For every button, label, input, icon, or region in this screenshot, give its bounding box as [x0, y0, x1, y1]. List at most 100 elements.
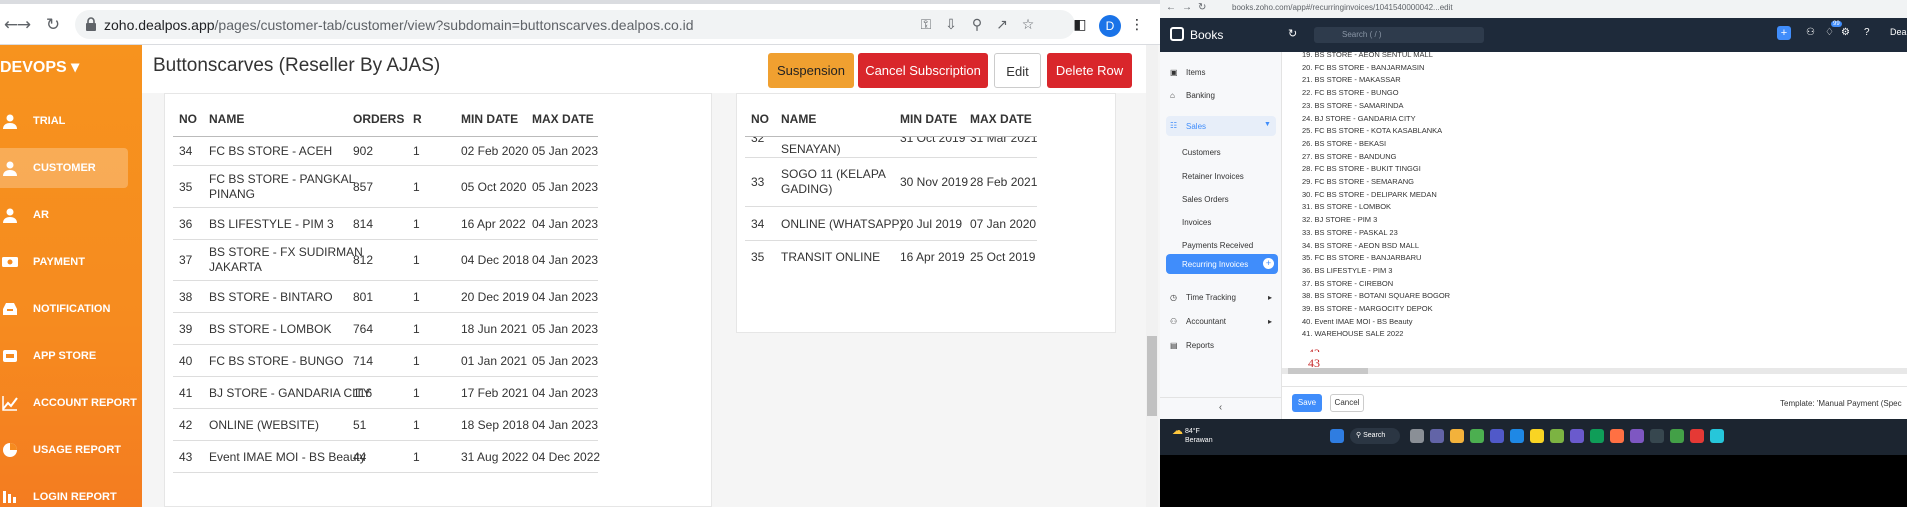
- app-icon[interactable]: [1550, 429, 1564, 443]
- sticky-notes-icon[interactable]: [1530, 429, 1544, 443]
- table-row[interactable]: 38 BS STORE - BINTARO 801 1 20 Dec 2019 04 Ja…: [165, 281, 713, 312]
- cell-name: Event IMAE MOI - BS Beauty: [209, 450, 366, 465]
- zoom-icon[interactable]: ⚲: [968, 16, 986, 34]
- sidebar-item-trial[interactable]: TRIAL: [0, 101, 142, 141]
- sidebar-item-usage-report[interactable]: USAGE REPORT: [0, 430, 142, 470]
- delete-row-button[interactable]: Delete Row: [1047, 53, 1132, 88]
- table-row[interactable]: 33 SOGO 11 (KELAPA GADING) 30 Nov 2019 28 Fe…: [737, 158, 1117, 206]
- table-row[interactable]: 34 ONLINE (WHATSAPP) 20 Jul 2019 07 Jan 202…: [737, 207, 1117, 240]
- search-input[interactable]: Search ( / ): [1314, 27, 1484, 43]
- cancel-button[interactable]: Cancel: [1330, 394, 1364, 412]
- key-icon[interactable]: ⚿: [917, 16, 935, 34]
- address-bar[interactable]: zoho.dealpos.app/pages/customer-tab/cust…: [75, 10, 1075, 39]
- forward-icon[interactable]: →: [13, 14, 35, 36]
- horizontal-scrollbar[interactable]: [1282, 368, 1907, 374]
- table-row[interactable]: 43 Event IMAE MOI - BS Beauty 44 1 31 Aug 20…: [165, 441, 713, 472]
- cell-orders: 814: [353, 216, 374, 231]
- reports-icon: ▤: [1170, 341, 1178, 350]
- gear-icon[interactable]: ⚙: [1841, 27, 1850, 38]
- sidebar-item-login-report[interactable]: LOGIN REPORT: [0, 477, 142, 507]
- table-row[interactable]: 36 BS LIFESTYLE - PIM 3 814 1 16 Apr 2022 04 …: [165, 208, 713, 239]
- suspension-button[interactable]: Suspension: [768, 53, 854, 88]
- edge-icon[interactable]: [1590, 429, 1604, 443]
- sidebar-item-ar[interactable]: AR: [0, 195, 142, 235]
- weather-widget[interactable]: ☁ 84°F Berawan: [1172, 426, 1213, 445]
- sidebar-item-payment[interactable]: PAYMENT: [0, 242, 142, 282]
- taskbar-search[interactable]: ⚲ Search: [1350, 428, 1400, 444]
- scrollbar-thumb[interactable]: [1147, 336, 1157, 416]
- desktop-background: [1160, 455, 1907, 507]
- notes-line: 29. FC BS STORE - SEMARANG: [1302, 177, 1414, 186]
- add-icon[interactable]: +: [1263, 258, 1274, 269]
- books-logo-icon: [1170, 27, 1184, 41]
- page-scrollbar[interactable]: [1146, 45, 1158, 507]
- nav-sales[interactable]: ☷ Sales ▼: [1166, 116, 1276, 136]
- sidebar-item-app-store[interactable]: APP STORE: [0, 336, 142, 376]
- vpn-icon[interactable]: [1570, 429, 1584, 443]
- scrollbar-thumb[interactable]: [1288, 368, 1368, 374]
- cell-max-date: 25 Oct 2019: [970, 250, 1036, 264]
- brand-menu[interactable]: DEVOPS ▾: [0, 57, 79, 77]
- chrome-3-icon[interactable]: [1690, 429, 1704, 443]
- side-panel-icon[interactable]: ◧: [1071, 16, 1089, 34]
- forward-icon[interactable]: →: [1182, 2, 1192, 13]
- table-row[interactable]: 35 FC BS STORE - PANGKAL PINANG 857 1 05 Oct …: [165, 166, 713, 207]
- invoice-notes-area[interactable]: 19. BS STORE - AEON SENTUL MALL 20. FC BS…: [1282, 50, 1907, 360]
- nav-payments-received[interactable]: Payments Received: [1182, 241, 1253, 250]
- add-icon[interactable]: +: [1777, 26, 1791, 40]
- cell-max-date: 04 Jan 2023: [532, 216, 599, 231]
- bookmark-star-icon[interactable]: ☆: [1019, 16, 1037, 34]
- meet-icon[interactable]: [1430, 429, 1444, 443]
- nav-recurring-invoices[interactable]: Recurring Invoices +: [1166, 254, 1278, 274]
- nav-sales-orders[interactable]: Sales Orders: [1182, 195, 1229, 204]
- users-icon[interactable]: ⚇: [1806, 27, 1815, 38]
- notes-line: 27. BS STORE - BANDUNG: [1302, 151, 1397, 161]
- terminal-icon[interactable]: [1650, 429, 1664, 443]
- back-icon[interactable]: ←: [1166, 2, 1176, 13]
- nav-customers[interactable]: Customers: [1182, 148, 1221, 157]
- profile-avatar[interactable]: D: [1099, 15, 1121, 37]
- install-icon[interactable]: ⇩: [942, 16, 960, 34]
- table-row[interactable]: 41 BJ STORE - GANDARIA CITY 116 1 17 Feb 202…: [165, 377, 713, 408]
- table-row[interactable]: 39 BS STORE - LOMBOK 764 1 18 Jun 2021 05 Jan…: [165, 313, 713, 344]
- file-explorer-icon[interactable]: [1450, 429, 1464, 443]
- notes-line: 35. FC BS STORE - BANJARBARU: [1302, 253, 1422, 263]
- visual-studio-icon[interactable]: [1630, 429, 1644, 443]
- reload-icon[interactable]: ↻: [42, 14, 64, 36]
- refresh-icon[interactable]: ↻: [1288, 27, 1297, 40]
- table-row[interactable]: 37 BS STORE - FX SUDIRMAN JAKARTA 812 1 04 De…: [165, 240, 713, 280]
- chrome-icon[interactable]: [1470, 429, 1484, 443]
- start-icon[interactable]: [1330, 429, 1344, 443]
- cancel-subscription-button[interactable]: Cancel Subscription: [858, 53, 988, 88]
- help-icon[interactable]: ?: [1864, 27, 1870, 38]
- calculator-icon[interactable]: [1710, 429, 1724, 443]
- table-row-partial[interactable]: 32 SENAYAN) 31 Oct 2019 31 Mar 2021: [737, 137, 1117, 157]
- maps-icon[interactable]: [1510, 429, 1524, 443]
- save-button[interactable]: Save: [1292, 394, 1322, 412]
- bell-icon[interactable]: ♢: [1825, 27, 1834, 38]
- cell-min-date: 16 Apr 2019: [900, 250, 965, 264]
- table-row[interactable]: 34 FC BS STORE - ACEH 902 1 02 Feb 2020 05 Ja…: [165, 137, 713, 165]
- collapse-sidebar-icon[interactable]: ‹: [1160, 397, 1281, 419]
- chrome-2-icon[interactable]: [1670, 429, 1684, 443]
- edit-button[interactable]: Edit: [994, 53, 1041, 88]
- table-row[interactable]: 40 FC BS STORE - BUNGO 714 1 01 Jan 2021 05 J…: [165, 345, 713, 376]
- sidebar-item-account-report[interactable]: ACCOUNT REPORT: [0, 383, 142, 423]
- reload-icon[interactable]: ↻: [1198, 2, 1206, 13]
- sidebar-item-notification[interactable]: NOTIFICATION: [0, 289, 142, 329]
- share-icon[interactable]: ↗: [993, 16, 1011, 34]
- nav-invoices[interactable]: Invoices: [1182, 218, 1211, 227]
- table-row[interactable]: 35 TRANSIT ONLINE 16 Apr 2019 25 Oct 2019: [737, 241, 1117, 273]
- more-menu-icon[interactable]: ⋮: [1128, 16, 1146, 34]
- template-label[interactable]: Template: 'Manual Payment (Spec: [1780, 399, 1902, 408]
- teams-icon[interactable]: [1490, 429, 1504, 443]
- user-name[interactable]: Dea: [1890, 27, 1907, 37]
- table-row[interactable]: 42 ONLINE (WEBSITE) 51 1 18 Sep 2018 04 Jan 2…: [165, 409, 713, 440]
- task-view-icon[interactable]: [1410, 429, 1424, 443]
- cell-max-date: 05 Jan 2023: [532, 179, 599, 194]
- sidebar-item-customer[interactable]: CUSTOMER: [0, 148, 128, 188]
- postman-icon[interactable]: [1610, 429, 1624, 443]
- books-sidebar: ▣ Items ⌂ Banking ☷ Sales ▼ Customers Reta…: [1160, 52, 1282, 419]
- nav-retainer-invoices[interactable]: Retainer Invoices: [1182, 172, 1244, 181]
- url-text[interactable]: books.zoho.com/app#/recurringinvoices/10…: [1232, 3, 1453, 12]
